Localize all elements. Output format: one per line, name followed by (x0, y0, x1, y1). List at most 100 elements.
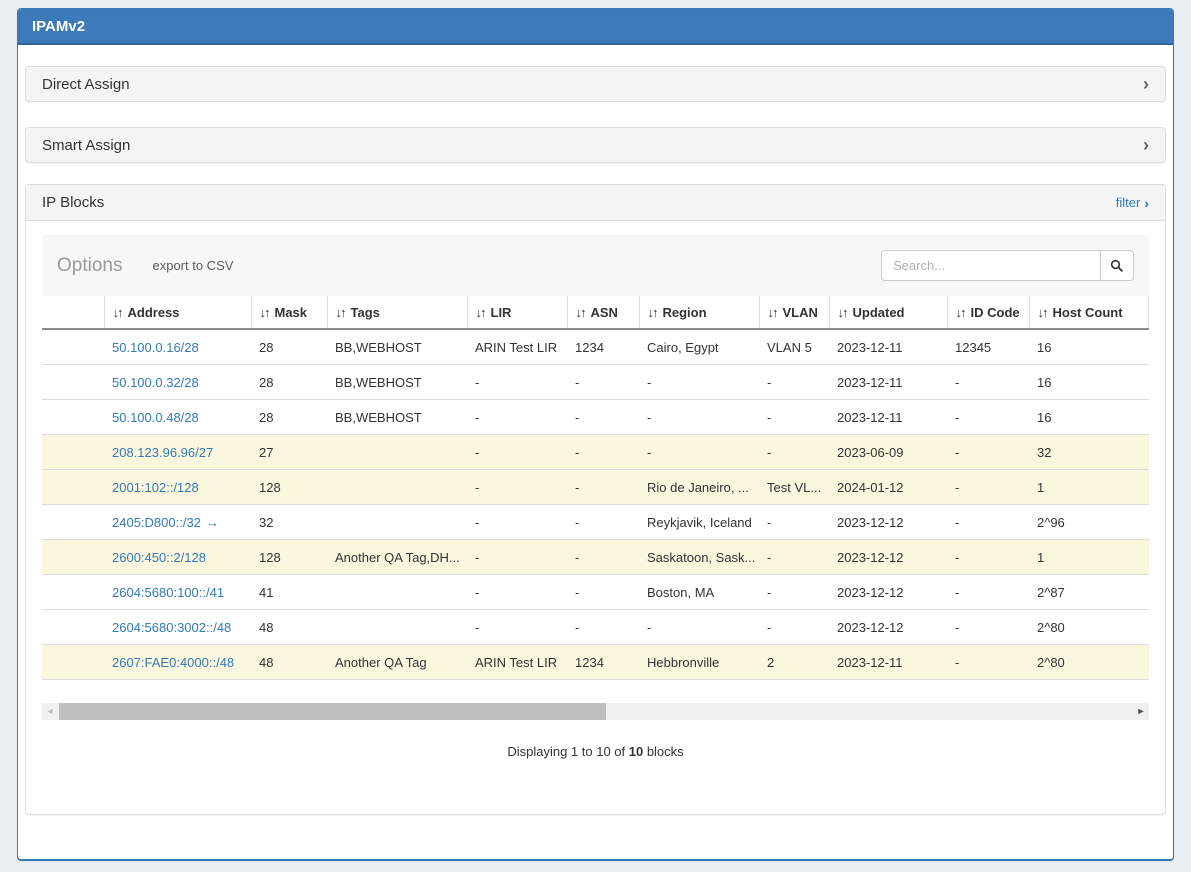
block-link[interactable]: 208.123.96.96/27 (112, 445, 213, 460)
pagination-prefix: Displaying 1 to 10 of (507, 744, 628, 759)
cell-mask: 27 (251, 435, 327, 470)
cell-asn: - (567, 575, 639, 610)
cell-host-count: 16 (1029, 400, 1149, 435)
cell-host-count: 2^87 (1029, 575, 1149, 610)
filter-link-label: filter (1116, 195, 1141, 210)
horizontal-scrollbar[interactable]: ◄ ► (42, 703, 1149, 720)
cell-id-code: - (947, 470, 1029, 505)
cell-vlan: - (759, 365, 829, 400)
cell-vlan: 2 (759, 645, 829, 680)
right-arrow-icon: → (206, 515, 219, 530)
cell-lir: - (467, 540, 567, 575)
cell-mask: 32 (251, 505, 327, 540)
column-header-region[interactable]: ↓↑Region (639, 296, 759, 329)
cell-address: 2405:D800::/32 → (104, 505, 251, 540)
cell-host-count: 16 (1029, 365, 1149, 400)
block-link[interactable]: 50.100.0.48/28 (112, 410, 199, 425)
ip-blocks-panel-header: IP Blocks filter › (26, 185, 1165, 221)
cell-tags (327, 470, 467, 505)
scrollbar-thumb[interactable] (59, 703, 606, 720)
cell-id-code: - (947, 610, 1029, 645)
column-header-updated[interactable]: ↓↑Updated (829, 296, 947, 329)
cell-lir: - (467, 400, 567, 435)
cell-lir: - (467, 470, 567, 505)
column-header-id-code[interactable]: ↓↑ID Code (947, 296, 1029, 329)
search-input[interactable] (881, 250, 1101, 281)
cell-gutter (42, 435, 104, 470)
cell-asn: - (567, 610, 639, 645)
cell-updated: 2023-12-12 (829, 575, 947, 610)
search-button[interactable] (1101, 250, 1134, 281)
block-link[interactable]: 2001:102::/128 (112, 480, 199, 495)
block-link[interactable]: 50.100.0.16/28 (112, 340, 199, 355)
block-link[interactable]: 2604:5680:100::/41 (112, 585, 224, 600)
cell-asn: - (567, 505, 639, 540)
block-link[interactable]: 2607:FAE0:4000::/48 (112, 655, 234, 670)
cell-mask: 28 (251, 400, 327, 435)
scroll-right-icon[interactable]: ► (1133, 703, 1149, 720)
search-icon (1110, 259, 1124, 273)
sort-icon: ↓↑ (113, 305, 122, 320)
cell-id-code: - (947, 540, 1029, 575)
cell-address: 50.100.0.32/28 (104, 365, 251, 400)
direct-assign-panel[interactable]: Direct Assign › (25, 66, 1166, 102)
block-link[interactable]: 2604:5680:3002::/48 (112, 620, 231, 635)
cell-asn: - (567, 470, 639, 505)
ip-blocks-table: ↓↑Address↓↑Mask↓↑Tags↓↑LIR↓↑ASN↓↑Region↓… (42, 296, 1149, 680)
block-link[interactable]: 50.100.0.32/28 (112, 375, 199, 390)
pagination-total: 10 (629, 744, 643, 759)
column-header-lir[interactable]: ↓↑LIR (467, 296, 567, 329)
cell-tags (327, 435, 467, 470)
column-header-mask[interactable]: ↓↑Mask (251, 296, 327, 329)
table-row: 2604:5680:3002::/4848----2023-12-12-2^80 (42, 610, 1149, 645)
cell-region: - (639, 365, 759, 400)
cell-tags: Another QA Tag,DH... (327, 540, 467, 575)
table-row: 2607:FAE0:4000::/4848Another QA TagARIN … (42, 645, 1149, 680)
cell-tags: Another QA Tag (327, 645, 467, 680)
cell-region: Saskatoon, Sask... (639, 540, 759, 575)
cell-region: - (639, 400, 759, 435)
cell-mask: 41 (251, 575, 327, 610)
table-row: 2600:450::2/128128Another QA Tag,DH...--… (42, 540, 1149, 575)
cell-mask: 48 (251, 610, 327, 645)
cell-address: 2604:5680:3002::/48 (104, 610, 251, 645)
cell-address: 50.100.0.16/28 (104, 329, 251, 365)
chevron-right-icon: › (1143, 75, 1149, 93)
pagination-suffix: blocks (643, 744, 683, 759)
smart-assign-panel[interactable]: Smart Assign › (25, 127, 1166, 163)
ip-blocks-panel: IP Blocks filter › Options export to CSV (25, 184, 1166, 815)
cell-asn: - (567, 365, 639, 400)
sort-icon: ↓↑ (648, 305, 657, 320)
export-csv-link[interactable]: export to CSV (152, 258, 233, 273)
cell-address: 2600:450::2/128 (104, 540, 251, 575)
block-link[interactable]: 2600:450::2/128 (112, 550, 206, 565)
cell-updated: 2024-01-12 (829, 470, 947, 505)
cell-host-count: 1 (1029, 470, 1149, 505)
column-header-asn[interactable]: ↓↑ASN (567, 296, 639, 329)
cell-updated: 2023-12-11 (829, 365, 947, 400)
table-row: 2405:D800::/32→32--Reykjavik, Iceland-20… (42, 505, 1149, 540)
table-row: 50.100.0.16/2828BB,WEBHOSTARIN Test LIR1… (42, 329, 1149, 365)
cell-mask: 28 (251, 329, 327, 365)
table-header-row: ↓↑Address↓↑Mask↓↑Tags↓↑LIR↓↑ASN↓↑Region↓… (42, 296, 1149, 329)
cell-gutter (42, 645, 104, 680)
cell-updated: 2023-12-12 (829, 505, 947, 540)
cell-id-code: - (947, 575, 1029, 610)
column-header-vlan[interactable]: ↓↑VLAN (759, 296, 829, 329)
column-header-host-count[interactable]: ↓↑Host Count (1029, 296, 1149, 329)
cell-region: Boston, MA (639, 575, 759, 610)
cell-asn: - (567, 435, 639, 470)
cell-updated: 2023-12-11 (829, 400, 947, 435)
cell-vlan: - (759, 575, 829, 610)
page: IPAMv2 Direct Assign › Smart Assign › IP… (0, 0, 1191, 872)
sort-icon: ↓↑ (476, 305, 485, 320)
column-header-tags[interactable]: ↓↑Tags (327, 296, 467, 329)
scroll-left-icon[interactable]: ◄ (42, 703, 58, 720)
column-header-address[interactable]: ↓↑Address (104, 296, 251, 329)
filter-link[interactable]: filter › (1116, 195, 1149, 211)
cell-address: 50.100.0.48/28 (104, 400, 251, 435)
cell-tags: BB,WEBHOST (327, 400, 467, 435)
block-link[interactable]: 2405:D800::/32 (112, 515, 201, 530)
cell-tags (327, 610, 467, 645)
cell-vlan: - (759, 505, 829, 540)
